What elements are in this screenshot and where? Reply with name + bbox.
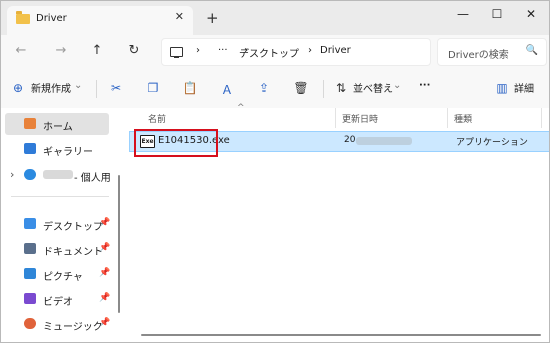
horizontal-scrollbar[interactable] [141,334,541,336]
sidebar-item-label: ピクチャ [43,272,83,283]
breadcrumb-chevron: › [308,45,312,56]
computer-icon [170,47,183,59]
sidebar-item-onedrive[interactable]: › - 個人用 [1,164,119,186]
home-icon [24,118,36,129]
new-plus-icon: ⊕ [12,81,24,95]
sidebar-item-label: デスクトップ [43,222,103,233]
sidebar-item-videos[interactable]: ビデオ 📌 [1,288,119,310]
sidebar-item-label: ミュージック [43,322,103,333]
sidebar-item-music[interactable]: ミュージック 📌 [1,313,119,335]
file-explorer-window: Driver ✕ + — ☐ ✕ ← → ↑ ↻ › ··· › デスクトップ … [0,0,550,343]
pin-icon: 📌 [99,268,111,278]
column-header-type[interactable]: 種類 [454,112,472,125]
sidebar-item-label: ホーム [43,122,73,133]
divider [323,80,324,98]
sidebar-item-label: ドキュメント [43,247,103,258]
file-date: 20 [344,135,356,145]
cut-icon[interactable]: ✂ [108,81,124,95]
redacted-account-name [43,170,73,179]
divider [96,80,97,98]
pin-icon: 📌 [99,318,111,328]
delete-icon[interactable]: 🗑 [293,81,309,95]
sidebar-item-label: ギャラリー [43,147,93,158]
sidebar-item-pictures[interactable]: ピクチャ 📌 [1,263,119,285]
cloud-icon [24,169,36,180]
column-divider[interactable] [335,108,336,128]
close-tab-icon[interactable]: ✕ [175,10,184,23]
column-header-date[interactable]: 更新日時 [342,112,378,125]
refresh-button[interactable]: ↻ [124,43,144,58]
forward-button[interactable]: → [51,43,71,58]
navigation-pane: ホーム ギャラリー › - 個人用 デスクトップ 📌 ドキュメント 📌 ピクチャ… [1,108,123,342]
rename-icon[interactable]: Ａ [219,81,235,98]
command-bar: ⊕ 新規作成 ⌄ ✂ ❐ 📋 Ａ ⇪ 🗑 ⇅ 並べ替え ⌄ ··· ▥ 詳細 [1,68,549,109]
breadcrumb-item-driver[interactable]: Driver [320,45,351,56]
breadcrumb-chevron: › [196,45,200,56]
sort-button[interactable]: 並べ替え [353,80,393,95]
search-placeholder: Driverの検索 [448,50,509,61]
breadcrumb-item-desktop[interactable]: デスクトップ [239,45,299,60]
back-button[interactable]: ← [11,43,31,58]
chevron-down-icon[interactable]: ⌄ [393,80,401,91]
sidebar-item-desktop[interactable]: デスクトップ 📌 [1,213,119,235]
up-button[interactable]: ↑ [87,43,107,58]
more-options-button[interactable]: ··· [419,80,430,91]
maximize-button[interactable]: ☐ [483,7,511,21]
pin-icon: 📌 [99,243,111,253]
column-divider[interactable] [541,108,542,128]
address-row: ← → ↑ ↻ › ··· › デスクトップ › Driver Driverの検… [1,35,549,68]
column-divider[interactable] [447,108,448,128]
details-pane-icon: ▥ [496,81,508,95]
new-tab-button[interactable]: + [206,9,219,27]
highlight-box [134,129,218,157]
close-window-button[interactable]: ✕ [517,7,545,21]
gallery-icon [24,143,36,154]
sidebar-item-label: ビデオ [43,297,73,308]
sidebar-item-home[interactable]: ホーム [5,113,109,135]
new-button[interactable]: 新規作成 [31,80,71,95]
sidebar-item-documents[interactable]: ドキュメント 📌 [1,238,119,260]
paste-icon[interactable]: 📋 [182,81,198,95]
minimize-button[interactable]: — [449,7,477,21]
folder-icon [16,11,30,24]
redacted-date [356,137,412,145]
details-button[interactable]: 詳細 [514,80,534,95]
file-type: アプリケーション [456,138,528,148]
chevron-right-icon[interactable]: › [10,168,14,181]
breadcrumb-overflow[interactable]: ··· [218,45,228,56]
videos-icon [24,293,36,304]
address-bar[interactable]: › ··· › デスクトップ › Driver [161,38,431,66]
sidebar-item-gallery[interactable]: ギャラリー [1,138,119,160]
pictures-icon [24,268,36,279]
sort-icon: ⇅ [335,81,347,95]
sidebar-item-label: - 個人用 [74,173,111,184]
search-icon: 🔍 [525,45,538,56]
title-bar: Driver ✕ + — ☐ ✕ [1,1,549,35]
copy-icon[interactable]: ❐ [145,81,161,95]
documents-icon [24,243,36,254]
tab-driver[interactable]: Driver ✕ [7,6,193,35]
sidebar-scrollbar[interactable] [118,175,120,313]
chevron-down-icon[interactable]: ⌄ [74,80,82,91]
pin-icon: 📌 [99,293,111,303]
divider [11,196,109,197]
sort-ascending-icon: ^ [237,103,245,113]
tab-title: Driver [36,13,67,24]
share-icon[interactable]: ⇪ [256,81,272,95]
search-input[interactable]: Driverの検索 🔍 [437,38,547,66]
desktop-icon [24,218,36,229]
music-icon [24,318,36,329]
column-header-name[interactable]: 名前 [148,112,166,125]
pin-icon: 📌 [99,218,111,228]
